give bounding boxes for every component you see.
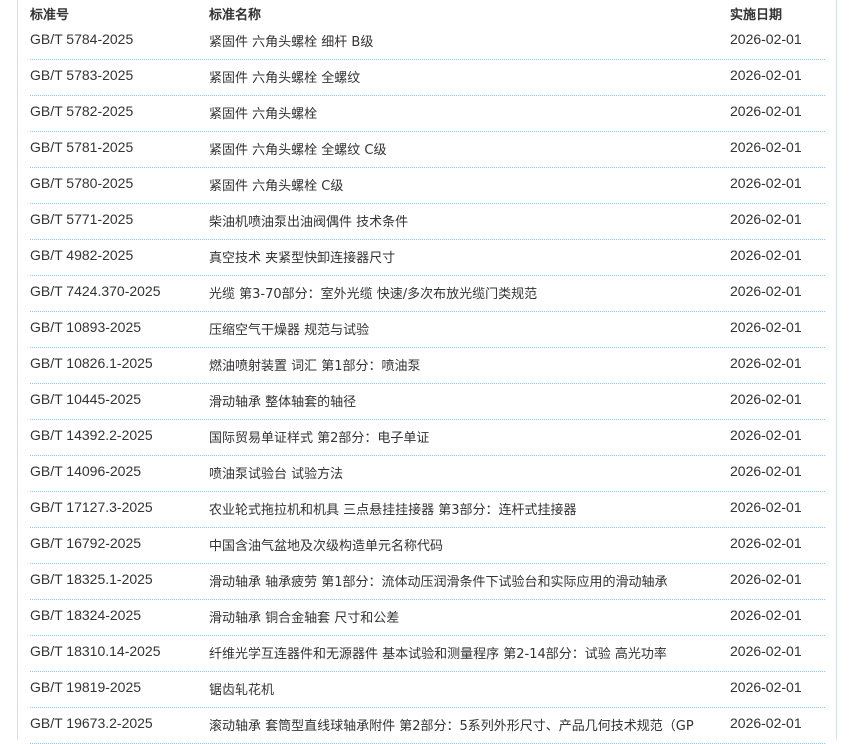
table-row[interactable]: GB/T 18325.1-2025 滑动轴承 轴承疲劳 第1部分：流体动压润滑条件… [30, 564, 825, 600]
table-header: 标准号 标准名称 实施日期 [30, 0, 825, 24]
effective-date: 2026-02-01 [730, 715, 802, 731]
table-row[interactable]: GB/T 17127.3-2025 农业轮式拖拉机和机具 三点悬挂挂接器 第3部分… [30, 492, 825, 528]
standard-code: GB/T 14096-2025 [30, 463, 142, 479]
table-row[interactable]: GB/T 10826.1-2025 燃油喷射装置 词汇 第1部分：喷油泵 2026-… [30, 348, 825, 384]
effective-date: 2026-02-01 [730, 211, 802, 227]
header-name: 标准名称 [209, 8, 262, 23]
standard-name[interactable]: 中国含油气盆地及次级构造单元名称代码 [209, 535, 729, 554]
effective-date: 2026-02-01 [730, 391, 802, 407]
standard-name[interactable]: 压缩空气干燥器 规范与试验 [209, 319, 729, 338]
table-row[interactable]: GB/T 5783-2025 紧固件 六角头螺栓 全螺纹 2026-02-01 [30, 60, 825, 96]
effective-date: 2026-02-01 [730, 355, 802, 371]
standard-name[interactable]: 柴油机喷油泵出油阀偶件 技术条件 [209, 211, 729, 230]
table-row[interactable]: GB/T 7424.370-2025 光缆 第3-70部分：室外光缆 快速/多次布… [30, 276, 825, 312]
standard-name[interactable]: 紧固件 六角头螺栓 细杆 B级 [209, 31, 729, 50]
standard-code: GB/T 5780-2025 [30, 175, 134, 191]
effective-date: 2026-02-01 [730, 247, 802, 263]
effective-date: 2026-02-01 [730, 643, 802, 659]
table-row[interactable]: GB/T 5782-2025 紧固件 六角头螺栓 2026-02-01 [30, 96, 825, 132]
effective-date: 2026-02-01 [730, 139, 802, 155]
effective-date: 2026-02-01 [730, 175, 802, 191]
standards-panel: 标准号 标准名称 实施日期 GB/T 5784-2025 紧固件 六角头螺栓 细杆… [17, 0, 837, 744]
effective-date: 2026-02-01 [730, 427, 802, 443]
standard-name[interactable]: 国际贸易单证样式 第2部分：电子单证 [209, 427, 729, 446]
table-row[interactable]: GB/T 5781-2025 紧固件 六角头螺栓 全螺纹 C级 2026-02-01 [30, 132, 825, 168]
standard-code: GB/T 4982-2025 [30, 247, 134, 263]
standard-code: GB/T 14392.2-2025 [30, 427, 153, 443]
standard-name[interactable]: 滚动轴承 套筒型直线球轴承附件 第2部分：5系列外形尺寸、产品几何技术规范（GP [209, 715, 729, 734]
standard-name[interactable]: 光缆 第3-70部分：室外光缆 快速/多次布放光缆门类规范 [209, 283, 729, 302]
standard-code: GB/T 17127.3-2025 [30, 499, 153, 515]
standard-code: GB/T 19819-2025 [30, 679, 142, 695]
effective-date: 2026-02-01 [730, 499, 802, 515]
effective-date: 2026-02-01 [730, 67, 802, 83]
effective-date: 2026-02-01 [730, 319, 802, 335]
standard-name[interactable]: 滑动轴承 整体轴套的轴径 [209, 391, 729, 410]
effective-date: 2026-02-01 [730, 31, 802, 47]
table-row[interactable]: GB/T 10893-2025 压缩空气干燥器 规范与试验 2026-02-01 [30, 312, 825, 348]
effective-date: 2026-02-01 [730, 607, 802, 623]
standard-code: GB/T 10893-2025 [30, 319, 142, 335]
table-row[interactable]: GB/T 14096-2025 喷油泵试验台 试验方法 2026-02-01 [30, 456, 825, 492]
header-code: 标准号 [30, 8, 70, 23]
standard-name[interactable]: 喷油泵试验台 试验方法 [209, 463, 729, 482]
standard-name[interactable]: 燃油喷射装置 词汇 第1部分：喷油泵 [209, 355, 729, 374]
table-row[interactable]: GB/T 14392.2-2025 国际贸易单证样式 第2部分：电子单证 2026-… [30, 420, 825, 456]
effective-date: 2026-02-01 [730, 535, 802, 551]
header-date: 实施日期 [730, 8, 783, 23]
standard-name[interactable]: 紧固件 六角头螺栓 [209, 103, 729, 122]
standard-code: GB/T 5771-2025 [30, 211, 134, 227]
table-row[interactable]: GB/T 16792-2025 中国含油气盆地及次级构造单元名称代码 2026-02… [30, 528, 825, 564]
table-row[interactable]: GB/T 18324-2025 滑动轴承 铜合金轴套 尺寸和公差 2026-02-0… [30, 600, 825, 636]
standard-code: GB/T 5784-2025 [30, 31, 134, 47]
table-row[interactable]: GB/T 19673.2-2025 滚动轴承 套筒型直线球轴承附件 第2部分：5系… [30, 708, 825, 744]
standard-code: GB/T 19673.2-2025 [30, 715, 153, 731]
standard-name[interactable]: 滑动轴承 轴承疲劳 第1部分：流体动压润滑条件下试验台和实际应用的滑动轴承 [209, 571, 729, 590]
standard-name[interactable]: 真空技术 夹紧型快卸连接器尺寸 [209, 247, 729, 266]
standard-name[interactable]: 紧固件 六角头螺栓 C级 [209, 175, 729, 194]
standards-list: GB/T 5784-2025 紧固件 六角头螺栓 细杆 B级 2026-02-01 G… [30, 24, 825, 744]
effective-date: 2026-02-01 [730, 571, 802, 587]
table-row[interactable]: GB/T 4982-2025 真空技术 夹紧型快卸连接器尺寸 2026-02-01 [30, 240, 825, 276]
standard-name[interactable]: 纤维光学互连器件和无源器件 基本试验和测量程序 第2-14部分：试验 高光功率 [209, 643, 729, 662]
standard-code: GB/T 7424.370-2025 [30, 283, 161, 299]
table-row[interactable]: GB/T 10445-2025 滑动轴承 整体轴套的轴径 2026-02-01 [30, 384, 825, 420]
standard-code: GB/T 5781-2025 [30, 139, 134, 155]
standard-code: GB/T 16792-2025 [30, 535, 142, 551]
table-row[interactable]: GB/T 18310.14-2025 纤维光学互连器件和无源器件 基本试验和测量程… [30, 636, 825, 672]
standard-code: GB/T 10826.1-2025 [30, 355, 153, 371]
standard-code: GB/T 18324-2025 [30, 607, 142, 623]
standard-name[interactable]: 紧固件 六角头螺栓 全螺纹 C级 [209, 139, 729, 158]
table-row[interactable]: GB/T 19819-2025 锯齿轧花机 2026-02-01 [30, 672, 825, 708]
effective-date: 2026-02-01 [730, 463, 802, 479]
standard-code: GB/T 18325.1-2025 [30, 571, 153, 587]
effective-date: 2026-02-01 [730, 679, 802, 695]
standard-code: GB/T 5782-2025 [30, 103, 134, 119]
standard-code: GB/T 10445-2025 [30, 391, 142, 407]
standard-name[interactable]: 农业轮式拖拉机和机具 三点悬挂挂接器 第3部分：连杆式挂接器 [209, 499, 729, 518]
effective-date: 2026-02-01 [730, 103, 802, 119]
table-row[interactable]: GB/T 5784-2025 紧固件 六角头螺栓 细杆 B级 2026-02-01 [30, 24, 825, 60]
standard-name[interactable]: 锯齿轧花机 [209, 679, 729, 698]
standard-name[interactable]: 紧固件 六角头螺栓 全螺纹 [209, 67, 729, 86]
effective-date: 2026-02-01 [730, 283, 802, 299]
table-row[interactable]: GB/T 5771-2025 柴油机喷油泵出油阀偶件 技术条件 2026-02-01 [30, 204, 825, 240]
table-row[interactable]: GB/T 5780-2025 紧固件 六角头螺栓 C级 2026-02-01 [30, 168, 825, 204]
standard-name[interactable]: 滑动轴承 铜合金轴套 尺寸和公差 [209, 607, 729, 626]
standard-code: GB/T 5783-2025 [30, 67, 134, 83]
standard-code: GB/T 18310.14-2025 [30, 643, 161, 659]
